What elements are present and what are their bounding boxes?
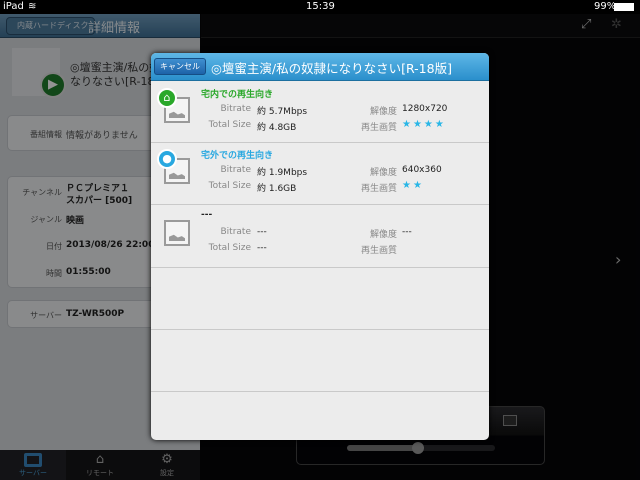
resolution-value: 1280x720 [402, 104, 448, 114]
bitrate-label: Bitrate [220, 165, 252, 175]
size-label: Total Size [208, 181, 251, 191]
quality-label: 再生画質 [360, 184, 397, 194]
bitrate-value: --- [257, 227, 267, 237]
option-title: 宅内での再生向き [201, 90, 274, 100]
battery-icon [614, 3, 634, 11]
size-value: 約 1.6GB [257, 184, 297, 194]
resolution-label: 解像度 [369, 230, 397, 240]
option-title: 宅外での再生向き [201, 151, 274, 161]
quality-stars: ★★★★ [402, 119, 446, 130]
resolution-label: 解像度 [369, 168, 397, 178]
quality-stars: ★★ [402, 180, 424, 191]
quality-label: 再生画質 [360, 246, 397, 256]
device-name: iPad [3, 1, 24, 12]
battery-percent: 99% [594, 1, 617, 12]
size-label: Total Size [208, 120, 251, 130]
cancel-button[interactable]: キャンセル [154, 58, 206, 75]
size-label: Total Size [208, 243, 251, 253]
resolution-value: --- [402, 227, 412, 237]
status-bar: iPad ≋ 15:39 99% [0, 0, 640, 14]
dialog-header: キャンセル ◎壇蜜主演/私の奴隷になりなさい[R-18版] [151, 53, 489, 81]
bitrate-value: 約 5.7Mbps [257, 107, 308, 117]
quality-option[interactable]: ● 宅外での再生向き Bitrate 約 1.9Mbps Total Size 約 1.6… [151, 143, 489, 205]
empty-row [151, 330, 489, 392]
bitrate-label: Bitrate [220, 104, 252, 114]
quality-label: 再生画質 [360, 123, 397, 133]
clock: 15:39 [306, 1, 335, 12]
resolution-value: 640x360 [402, 165, 442, 175]
home-network-icon: ⌂ [157, 88, 177, 108]
empty-row [151, 392, 489, 440]
size-value: 約 4.8GB [257, 123, 297, 133]
quality-option[interactable]: ⌂ 宅内での再生向き Bitrate 約 5.7Mbps Total Size 約 4.8… [151, 82, 489, 143]
wifi-icon: ≋ [28, 1, 37, 12]
bitrate-label: Bitrate [220, 227, 252, 237]
quality-option[interactable]: --- Bitrate --- Total Size --- 解像度 --- 再生画質 [151, 205, 489, 268]
playback-quality-dialog: キャンセル ◎壇蜜主演/私の奴隷になりなさい[R-18版] ⌂ 宅内での再生向き B… [151, 53, 489, 440]
person-icon: ● [157, 149, 177, 169]
size-value: --- [257, 243, 267, 253]
option-title: --- [201, 210, 213, 220]
bitrate-value: 約 1.9Mbps [257, 168, 308, 178]
resolution-label: 解像度 [369, 107, 397, 117]
empty-row [151, 268, 489, 330]
dialog-title: ◎壇蜜主演/私の奴隷になりなさい[R-18版] [211, 61, 452, 76]
